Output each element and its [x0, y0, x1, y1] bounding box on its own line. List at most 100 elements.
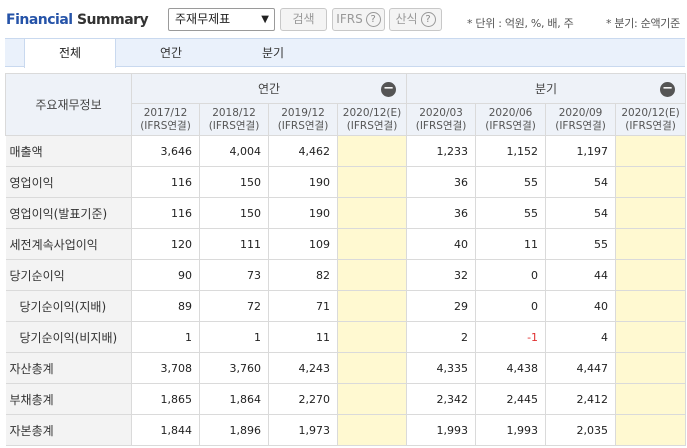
row-label: 부채총계 — [5, 383, 132, 415]
table-cell — [336, 259, 408, 291]
table-cell: 116 — [131, 197, 200, 229]
row-label: 매출액 — [5, 135, 132, 167]
table-cell: 1,844 — [131, 414, 200, 446]
table-cell: 111 — [199, 228, 269, 260]
table-cell: 72 — [199, 290, 269, 322]
table-row: 당기순이익 90 73 82 32 0 44 — [5, 259, 687, 291]
table-cell — [336, 383, 408, 415]
quarter-group-label: 분기 — [535, 82, 558, 96]
table-cell: 4 — [545, 321, 617, 353]
table-cell — [336, 352, 408, 384]
table-cell: 11 — [268, 321, 338, 353]
period-basis: (IFRS연결) — [277, 119, 329, 132]
table-cell: 1,864 — [199, 383, 269, 415]
table-cell: 2,445 — [475, 383, 547, 415]
row-label: 자본총계 — [5, 414, 132, 446]
table-cell — [336, 197, 408, 229]
statement-select[interactable]: 주재무제표 ▼ — [168, 8, 275, 31]
period-label: 2020/09 — [558, 106, 603, 119]
period-basis: (IFRS연결) — [140, 119, 191, 132]
toolbar: Financial Summary 주재무제표 ▼ 검색 IFRS? 산식? *… — [0, 0, 687, 38]
table-cell: 3,708 — [131, 352, 200, 384]
table-cell: 1,233 — [406, 135, 477, 167]
table-cell — [336, 228, 408, 260]
tab-annual[interactable]: 연간 — [125, 39, 217, 67]
period-basis: (IFRS연결) — [415, 119, 467, 132]
financial-table: 주요재무정보 연간 − 분기 − 2017/12 (IFRS연결) 2018/12(… — [5, 73, 687, 446]
period-basis: (IFRS연결) — [485, 119, 536, 132]
tab-bar: 전체 연간 분기 — [5, 38, 685, 68]
table-row: 부채총계 1,865 1,864 2,270 2,342 2,445 2,412 — [5, 383, 687, 415]
table-cell: 4,447 — [545, 352, 617, 384]
period-label: 2020/12(E) — [621, 106, 680, 119]
table-cell: 55 — [475, 166, 547, 198]
annual-group-label: 연간 — [257, 82, 281, 96]
collapse-annual-icon[interactable]: − — [381, 82, 397, 97]
ifrs-help-button[interactable]: IFRS? — [332, 8, 385, 31]
table-cell: 120 — [131, 228, 200, 260]
table-cell: 4,438 — [475, 352, 547, 384]
period-header: 2019/12 (IFRS연결) — [268, 103, 338, 136]
quarter-group-header: 분기 − — [406, 73, 687, 104]
row-label: 자산총계 — [5, 352, 132, 384]
table-cell: 36 — [406, 166, 477, 198]
row-label: 당기순이익 — [5, 259, 132, 291]
tab-quarter[interactable]: 분기 — [227, 39, 319, 67]
table-cell: 55 — [475, 197, 547, 229]
formula-help-button[interactable]: 산식? — [389, 8, 442, 31]
table-cell — [615, 414, 687, 446]
table-cell: 3,646 — [131, 135, 200, 167]
table-row: 세전계속사업이익 120 111 109 40 11 55 — [5, 228, 687, 260]
table-cell: 4,335 — [406, 352, 477, 384]
annual-group-header: 연간 − — [130, 73, 408, 104]
period-basis: (IFRS연결) — [625, 119, 676, 132]
row-label: 영업이익 — [5, 166, 132, 198]
tab-annual-label: 연간 — [159, 46, 183, 60]
tab-quarter-label: 분기 — [261, 46, 285, 60]
table-row: 매출액 3,646 4,004 4,462 1,233 1,152 1,197 — [5, 135, 687, 167]
table-cell: 2,035 — [545, 414, 617, 446]
table-cell: 1 — [199, 321, 269, 353]
table-cell: 3,760 — [199, 352, 269, 384]
collapse-quarter-icon[interactable]: − — [660, 82, 676, 97]
table-cell: 1,973 — [268, 414, 338, 446]
table-cell: 2 — [406, 321, 477, 353]
table-cell: 1,197 — [545, 135, 617, 167]
table-row: 당기순이익(지배) 89 72 71 29 0 40 — [5, 290, 687, 322]
table-cell — [615, 259, 687, 291]
page-title: Financial Summary — [6, 12, 149, 28]
row-header-label: 주요재무정보 — [5, 73, 132, 136]
row-label: 당기순이익(지배) — [5, 290, 132, 322]
help-icon: ? — [365, 12, 381, 27]
period-basis: (IFRS연결) — [346, 119, 398, 132]
table-cell: 1,993 — [475, 414, 547, 446]
table-cell: 11 — [475, 228, 547, 260]
table-cell: 1,865 — [131, 383, 200, 415]
table-cell — [336, 321, 408, 353]
tab-all-label: 전체 — [58, 46, 82, 60]
table-cell: 1,993 — [406, 414, 477, 446]
table-cell — [615, 228, 687, 260]
table-cell: 2,270 — [268, 383, 338, 415]
table-cell — [615, 352, 687, 384]
period-header: 2020/12(E) (IFRS연결) — [336, 103, 408, 136]
chevron-down-icon: ▼ — [261, 14, 269, 25]
period-label: 2017/12 — [143, 106, 188, 119]
period-header: 2020/09 (IFRS연결) — [545, 103, 617, 136]
table-cell — [615, 383, 687, 415]
row-label: 당기순이익(비지배) — [5, 321, 132, 353]
search-button[interactable]: 검색 — [280, 8, 327, 31]
statement-select-value: 주재무제표 — [175, 12, 231, 26]
tab-all[interactable]: 전체 — [24, 39, 116, 68]
table-cell: 32 — [406, 259, 477, 291]
table-cell: 109 — [268, 228, 338, 260]
table-cell: 4,462 — [268, 135, 338, 167]
table-cell: 54 — [545, 197, 617, 229]
table-cell: 0 — [475, 290, 547, 322]
period-header: 2018/12 (IFRS연결) — [199, 103, 269, 136]
table-cell: 71 — [268, 290, 338, 322]
period-label: 2018/12 — [212, 106, 256, 119]
table-cell: 150 — [199, 166, 269, 198]
table-cell: 54 — [545, 166, 617, 198]
table-cell: 44 — [545, 259, 617, 291]
